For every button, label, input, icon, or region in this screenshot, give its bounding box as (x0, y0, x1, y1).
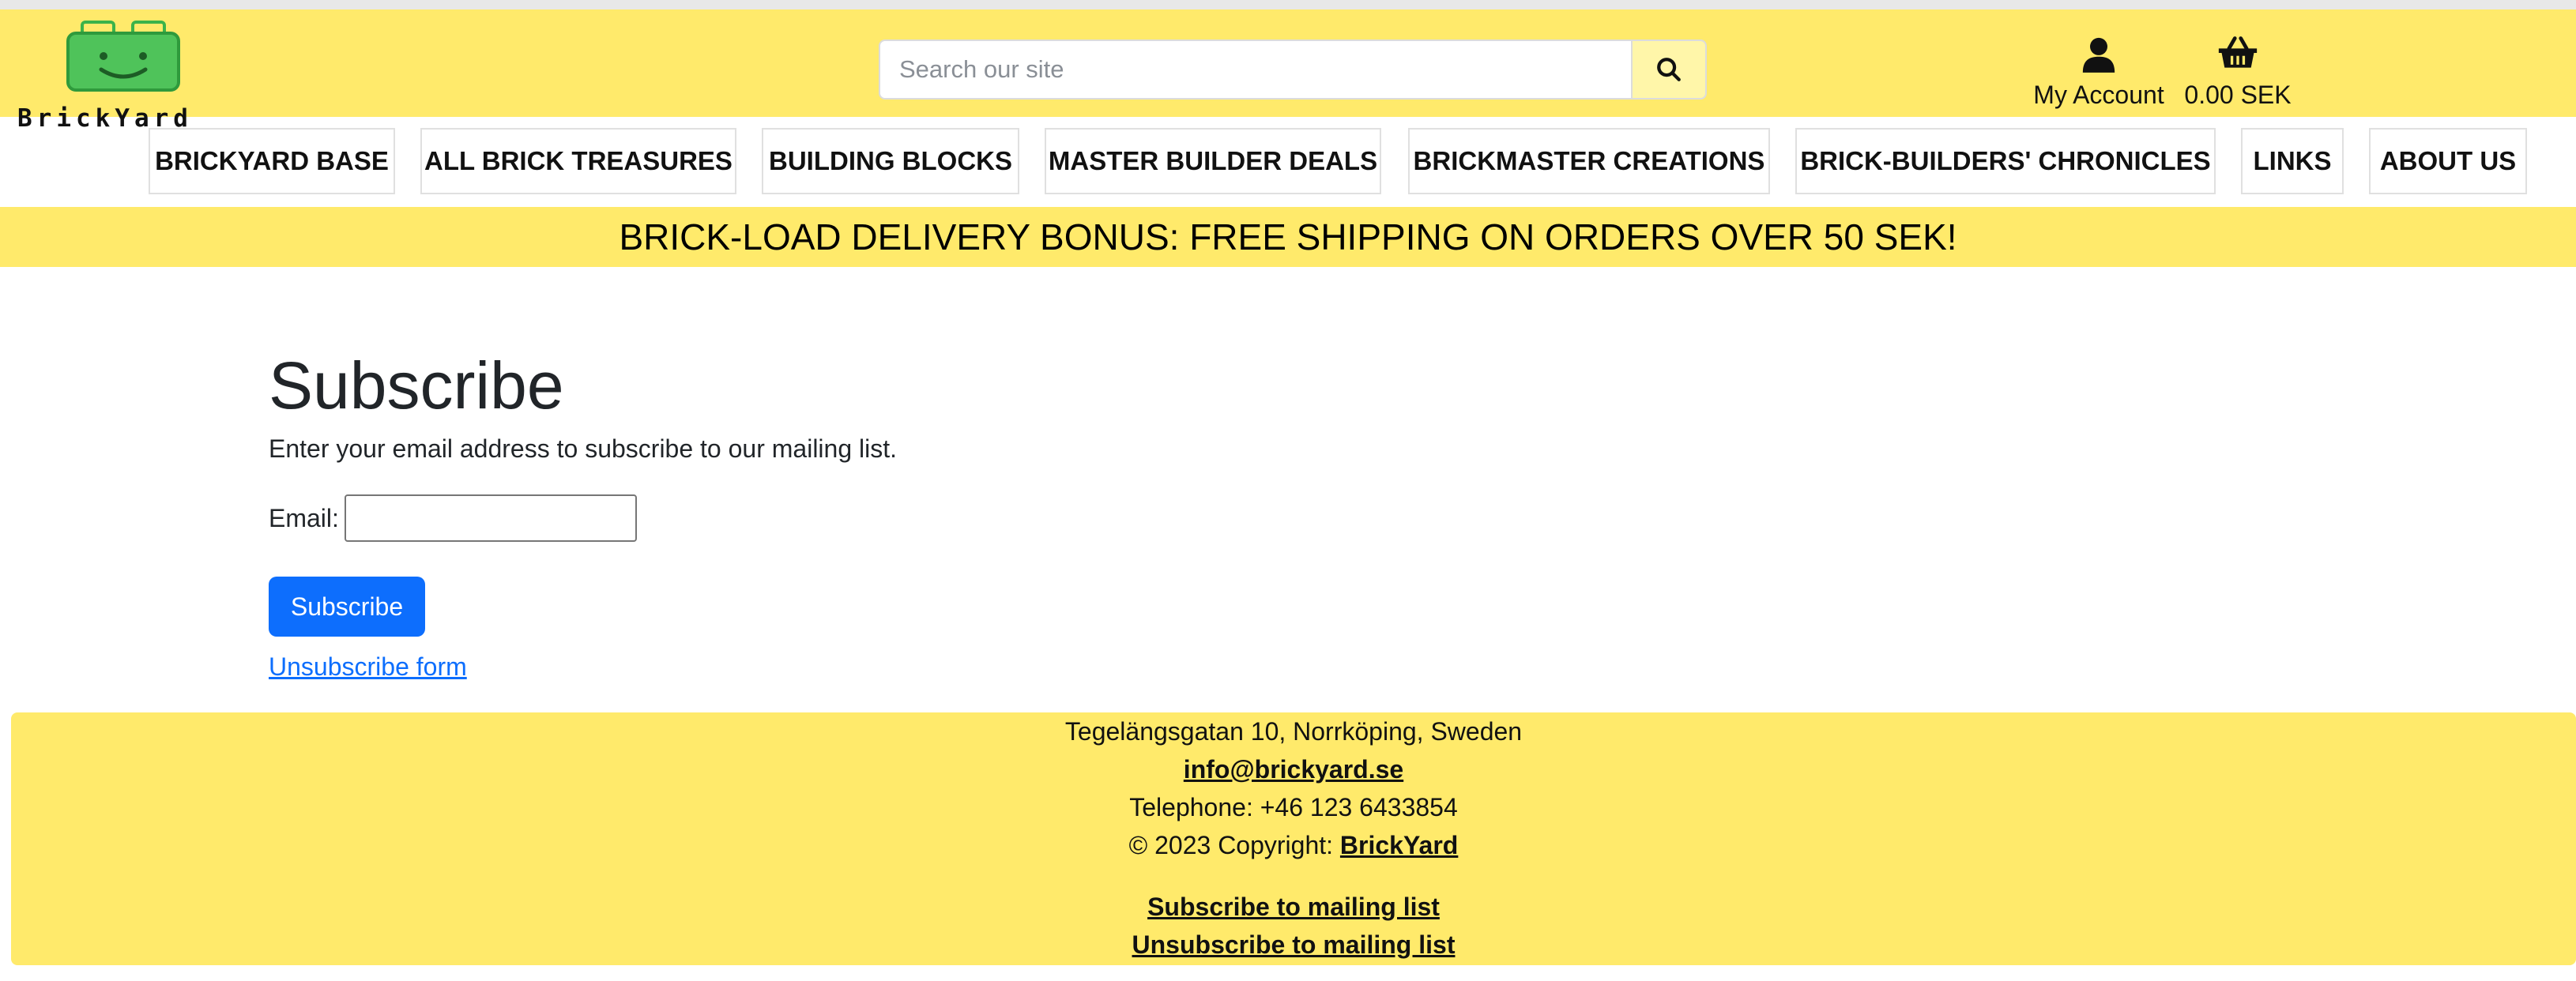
my-account-link[interactable]: My Account (2023, 30, 2175, 117)
my-account-label: My Account (2033, 81, 2164, 109)
footer-unsubscribe-link[interactable]: Unsubscribe to mailing list (1132, 930, 1456, 959)
footer-copyright: © 2023 Copyright: BrickYard (11, 831, 2576, 860)
nav-item-all-brick-treasures[interactable]: ALL BRICK TREASURES (420, 128, 736, 194)
nav-item-brickmaster-creations[interactable]: BRICKMASTER CREATIONS (1408, 128, 1770, 194)
nav-item-brick-builders-chronicles[interactable]: BRICK-BUILDERS' CHRONICLES (1795, 128, 2216, 194)
search-form (879, 39, 1707, 100)
unsubscribe-form-link[interactable]: Unsubscribe form (269, 652, 467, 682)
subscribe-button[interactable]: Subscribe (269, 577, 425, 637)
nav-item-links[interactable]: LINKS (2241, 128, 2344, 194)
shipping-banner: BRICK-LOAD DELIVERY BONUS: FREE SHIPPING… (0, 207, 2576, 267)
site-footer: Tegelängsgatan 10, Norrköping, Sweden in… (11, 712, 2576, 965)
nav-item-about-us[interactable]: ABOUT US (2369, 128, 2527, 194)
email-label: Email: (269, 504, 339, 532)
nav-item-brickyard-base[interactable]: BRICKYARD BASE (149, 128, 395, 194)
footer-address: Tegelängsgatan 10, Norrköping, Sweden (1064, 717, 1523, 746)
page-title: Subscribe (269, 348, 564, 423)
brickyard-logo[interactable]: BrickYard (8, 21, 205, 133)
footer-email-link[interactable]: info@brickyard.se (1184, 755, 1403, 784)
copyright-brickyard-link[interactable]: BrickYard (1340, 831, 1458, 859)
cart-link[interactable]: 0.00 SEK (2182, 30, 2293, 117)
footer-email-row: info@brickyard.se (11, 755, 2576, 784)
nav-item-building-blocks[interactable]: BUILDING BLOCKS (762, 128, 1019, 194)
footer-telephone: Telephone: +46 123 6433854 (1129, 793, 1458, 821)
cart-total: 0.00 SEK (2184, 81, 2292, 109)
basket-icon (2218, 36, 2258, 68)
subscribe-description: Enter your email address to subscribe to… (269, 434, 898, 463)
footer-unsubscribe-row: Unsubscribe to mailing list (11, 930, 2576, 960)
main-nav: BRICKYARD BASE ALL BRICK TREASURES BUILD… (0, 128, 2576, 196)
search-button[interactable] (1631, 39, 1707, 100)
logo-brick-icon (66, 21, 180, 92)
nav-item-master-builder-deals[interactable]: MASTER BUILDER DEALS (1045, 128, 1381, 194)
email-field[interactable] (345, 494, 637, 542)
footer-subscribe-row: Subscribe to mailing list (11, 893, 2576, 922)
site-header: BrickYard My Account 0.00 SEK (0, 9, 2576, 133)
search-input[interactable] (879, 39, 1631, 100)
top-border (0, 0, 2576, 9)
footer-subscribe-link[interactable]: Subscribe to mailing list (1147, 893, 1440, 921)
search-icon (1657, 58, 1681, 81)
copyright-text: © 2023 Copyright: (1128, 831, 1334, 859)
user-icon (2082, 37, 2115, 73)
